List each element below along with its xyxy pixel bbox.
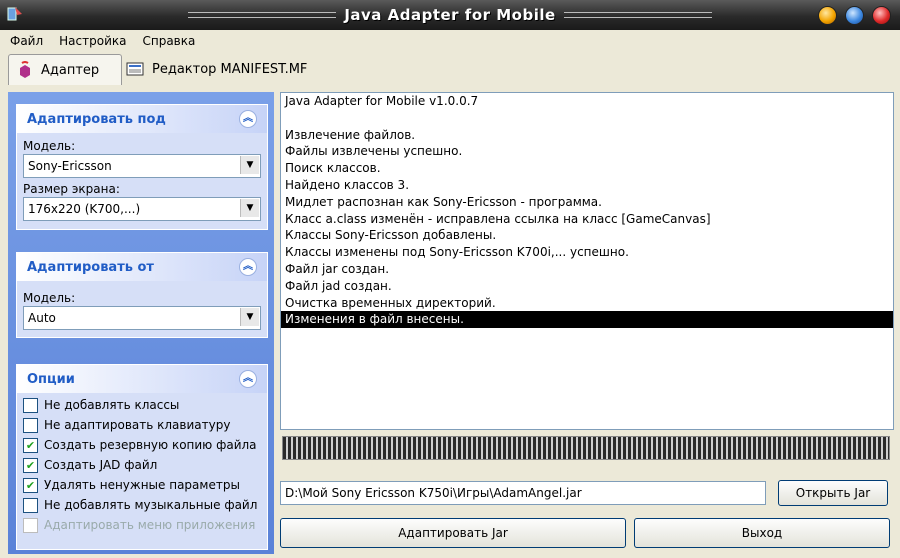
option-remove-params[interactable]: ✔ Удалять ненужные параметры <box>23 475 261 495</box>
log-line-selected: Изменения в файл внесены. <box>281 311 893 329</box>
log-line: Найдено классов 3. <box>285 177 410 192</box>
screen-size-value: 176x220 (K700,...) <box>28 202 141 216</box>
tab-manifest-label: Редактор MANIFEST.MF <box>152 61 308 77</box>
log-line: Очистка временных директорий. <box>285 295 496 310</box>
chevron-collapse-icon[interactable]: ︽ <box>239 370 257 388</box>
option-label: Не адаптировать клавиатуру <box>44 418 231 432</box>
tab-bar: Адаптер Редактор MANIFEST.MF <box>0 52 900 88</box>
group-adapt-to-title: Адаптировать под <box>27 111 166 127</box>
title-decoration-left <box>188 12 337 18</box>
option-label: Адаптировать меню приложения <box>44 518 256 532</box>
checkbox <box>23 517 38 533</box>
log-line: Мидлет распознан как Sony-Ericsson - про… <box>285 194 602 209</box>
checkmark-icon[interactable]: ✔ <box>23 437 38 453</box>
checkmark-icon[interactable]: ✔ <box>23 477 38 493</box>
adapt-jar-button[interactable]: Адаптировать Jar <box>280 518 626 548</box>
screen-size-select[interactable]: 176x220 (K700,...) ▼ <box>23 197 261 221</box>
log-line: Классы Sony-Ericsson добавлены. <box>285 228 497 243</box>
log-line: Java Adapter for Mobile v1.0.0.7 <box>285 94 479 108</box>
log-line: Файл jar создан. <box>285 261 390 276</box>
jar-path-input[interactable]: D:\Мой Sony Ericsson K750i\Игры\AdamAnge… <box>280 481 766 505</box>
maximize-button[interactable] <box>845 6 864 25</box>
log-line: Класс a.class изменён - исправлена ссылк… <box>285 211 711 226</box>
option-backup-file[interactable]: ✔ Создать резервную копию файла <box>23 435 261 455</box>
title-decoration-right <box>563 12 712 18</box>
option-label: Не добавлять классы <box>44 398 180 412</box>
sidebar: Адаптировать под ︽ Модель: Sony-Ericsson… <box>8 92 274 554</box>
window-title: Java Adapter for Mobile <box>344 6 556 24</box>
screen-size-label: Размер экрана: <box>23 182 120 196</box>
menu-settings[interactable]: Настройка <box>53 34 132 48</box>
title-bar: Java Adapter for Mobile <box>0 0 900 30</box>
tab-adapter[interactable]: Адаптер <box>8 54 122 85</box>
log-output[interactable]: Java Adapter for Mobile v1.0.0.7 Извлече… <box>280 92 894 430</box>
group-options-header[interactable]: Опции ︽ <box>17 365 267 393</box>
group-adapt-from: Адаптировать от ︽ Модель: Auto ▼ <box>16 252 268 338</box>
tab-manifest-editor[interactable]: Редактор MANIFEST.MF <box>118 54 330 84</box>
target-model-value: Sony-Ericsson <box>28 159 112 173</box>
chevron-collapse-icon[interactable]: ︽ <box>239 110 257 128</box>
progress-bar <box>282 436 890 460</box>
menu-help[interactable]: Справка <box>136 34 201 48</box>
group-adapt-to-header[interactable]: Адаптировать под ︽ <box>17 105 267 133</box>
log-line: Файл jad создан. <box>285 278 392 293</box>
option-no-add-classes[interactable]: Не добавлять классы <box>23 395 261 415</box>
checkbox[interactable] <box>23 497 38 513</box>
option-create-jad[interactable]: ✔ Создать JAD файл <box>23 455 261 475</box>
checkbox[interactable] <box>23 397 38 413</box>
close-button[interactable] <box>872 6 891 25</box>
group-adapt-to: Адаптировать под ︽ Модель: Sony-Ericsson… <box>16 104 268 230</box>
log-line: Классы изменены под Sony-Ericsson K700i,… <box>285 245 629 260</box>
group-adapt-from-title: Адаптировать от <box>27 259 154 275</box>
model-label: Модель: <box>23 291 76 305</box>
option-label: Удалять ненужные параметры <box>44 478 240 492</box>
target-model-select[interactable]: Sony-Ericsson ▼ <box>23 154 261 178</box>
option-label: Не добавлять музыкальные файл <box>44 498 258 512</box>
app-icon <box>7 7 22 21</box>
menu-bar: Файл Настройка Справка <box>0 30 900 52</box>
checkbox[interactable] <box>23 417 38 433</box>
option-adapt-menu: Адаптировать меню приложения <box>23 515 261 535</box>
chevron-down-icon[interactable]: ▼ <box>240 308 259 326</box>
log-line: Поиск классов. <box>285 161 381 176</box>
minimize-button[interactable] <box>818 6 837 25</box>
jar-path-value: D:\Мой Sony Ericsson K750i\Игры\AdamAnge… <box>285 486 582 500</box>
model-label: Модель: <box>23 139 76 153</box>
option-label: Создать резервную копию файла <box>44 438 257 452</box>
menu-file[interactable]: Файл <box>4 34 49 48</box>
source-model-select[interactable]: Auto ▼ <box>23 306 261 330</box>
chevron-down-icon[interactable]: ▼ <box>240 156 259 174</box>
manifest-icon <box>126 62 144 76</box>
log-line: Извлечение файлов. <box>285 127 416 142</box>
checkmark-icon[interactable]: ✔ <box>23 457 38 473</box>
group-options: Опции ︽ Не добавлять классы Не адаптиров… <box>16 364 268 550</box>
option-no-music-files[interactable]: Не добавлять музыкальные файл <box>23 495 261 515</box>
adapter-icon <box>20 61 30 78</box>
group-options-title: Опции <box>27 371 75 387</box>
group-adapt-from-header[interactable]: Адаптировать от ︽ <box>17 253 267 281</box>
source-model-value: Auto <box>28 311 56 325</box>
tab-adapter-label: Адаптер <box>41 62 100 78</box>
option-no-adapt-keyboard[interactable]: Не адаптировать клавиатуру <box>23 415 261 435</box>
exit-button[interactable]: Выход <box>634 518 890 548</box>
option-label: Создать JAD файл <box>44 458 158 472</box>
log-line: Файлы извлечены успешно. <box>285 144 463 159</box>
chevron-down-icon[interactable]: ▼ <box>240 199 259 217</box>
chevron-collapse-icon[interactable]: ︽ <box>239 258 257 276</box>
open-jar-button[interactable]: Открыть Jar <box>778 480 888 506</box>
